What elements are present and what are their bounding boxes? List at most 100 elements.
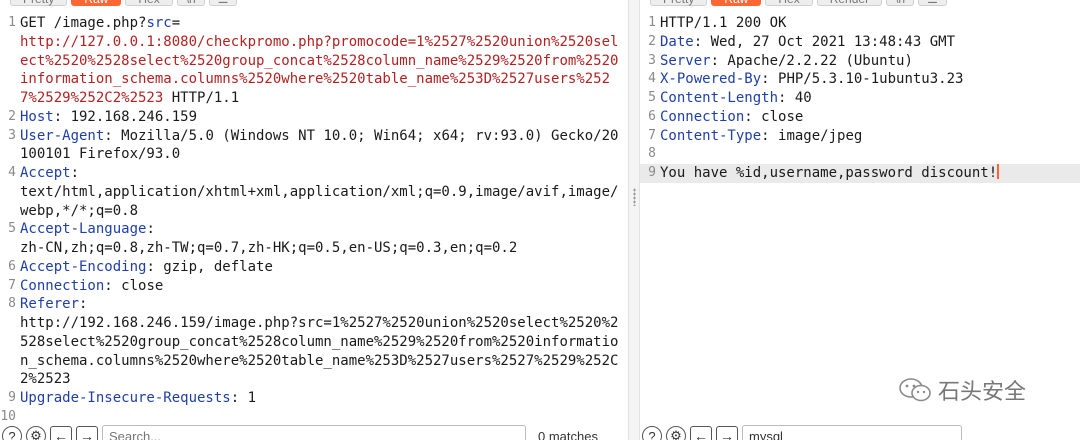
gear-icon[interactable]: ⚙ <box>666 426 686 440</box>
line-text: X-Powered-By: PHP/5.3.10-1ubuntu3.23 <box>660 70 1080 89</box>
code-line: 9 You have %id,username,password discount… <box>640 164 1080 183</box>
tab-render[interactable]: Render <box>816 0 883 6</box>
tab-pretty[interactable]: Pretty <box>650 0 708 6</box>
code-line: 4 X-Powered-By: PHP/5.3.10-1ubuntu3.23 <box>640 70 1080 89</box>
header-name: Content-Type <box>660 127 762 144</box>
tab-raw[interactable]: Raw <box>711 0 762 6</box>
previous-match-button[interactable]: ← <box>50 426 72 440</box>
previous-match-button[interactable]: ← <box>690 426 712 440</box>
line-number: 3 <box>8 127 16 143</box>
code-line: 2 Host: 192.168.246.159 <box>0 108 628 127</box>
line-number: 4 <box>8 165 16 180</box>
header-name: Date <box>660 33 694 50</box>
line-text: Accept: text/html,application/xhtml+xml,… <box>20 164 624 220</box>
help-icon[interactable]: ? <box>642 426 662 440</box>
line-text: GET /image.php?src= http://127.0.0.1:808… <box>20 14 624 108</box>
code-line: 2 Date: Wed, 27 Oct 2021 13:48:43 GMT <box>640 33 1080 52</box>
header-name: Upgrade-Insecure-Requests <box>20 390 231 406</box>
line-text: HTTP/1.1 200 OK <box>660 14 1080 33</box>
code-line: 7 Content-Type: image/jpeg <box>640 127 1080 146</box>
code-token: HTTP/1.1 200 OK <box>660 15 787 31</box>
line-number: 9 <box>8 390 16 405</box>
tab-[interactable]: ☰ <box>208 0 238 6</box>
request-pane: PrettyRawHex\n☰ 1 GET /image.php?src= htt… <box>0 0 628 440</box>
code-line: 6 Connection: close <box>640 108 1080 127</box>
line-text: Connection: close <box>20 277 624 296</box>
code-token: : image/jpeg <box>761 127 863 144</box>
line-text: Referer: http://192.168.246.159/image.ph… <box>20 295 624 389</box>
response-search-bar: ? ⚙ ← → <box>640 424 1080 440</box>
request-search-bar: ? ⚙ ← → 0 matches <box>0 424 628 440</box>
line-number: 7 <box>8 277 16 293</box>
tab-pretty[interactable]: Pretty <box>10 0 68 6</box>
code-token: : http://192.168.246.159/image.php?src=1… <box>20 296 619 388</box>
code-token: : 1 <box>230 390 257 406</box>
code-token: You have %id,username,password discount! <box>660 165 998 181</box>
header-name: Connection <box>660 108 745 125</box>
line-number: 2 <box>648 33 656 49</box>
help-icon[interactable]: ? <box>2 426 22 440</box>
tab-raw[interactable]: Raw <box>71 0 122 6</box>
text-caret <box>997 164 1000 179</box>
header-name: Server <box>660 52 711 69</box>
divider-grip-icon[interactable] <box>633 188 636 206</box>
line-number: 6 <box>648 108 656 124</box>
header-name: User-Agent <box>20 127 105 144</box>
line-number: 6 <box>8 258 16 274</box>
line-number: 2 <box>8 108 16 124</box>
tab-[interactable]: ☰ <box>918 0 947 6</box>
code-line: 1 HTTP/1.1 200 OK <box>640 14 1080 33</box>
line-number: 9 <box>648 165 656 180</box>
code-line: 5 Accept-Language: zh-CN,zh;q=0.8,zh-TW;q… <box>0 220 628 258</box>
header-name: Accept <box>20 165 71 181</box>
code-token: src <box>146 15 172 31</box>
code-token: : close <box>104 277 164 294</box>
code-token: : PHP/5.3.10-1ubuntu3.23 <box>761 71 964 88</box>
header-name: Host <box>20 108 54 125</box>
line-number: 8 <box>8 296 16 312</box>
line-text: Accept-Encoding: gzip, deflate <box>20 258 624 277</box>
line-number: 7 <box>648 127 656 143</box>
line-number: 4 <box>648 71 656 87</box>
line-number: 3 <box>648 52 656 68</box>
code-line: 3 User-Agent: Mozilla/5.0 (Windows NT 10.… <box>0 127 628 165</box>
pane-divider[interactable] <box>628 0 640 440</box>
tab-hex[interactable]: Hex <box>765 0 813 6</box>
wechat-icon <box>899 378 931 402</box>
next-match-button[interactable]: → <box>76 426 98 440</box>
line-text: Accept-Language: zh-CN,zh;q=0.8,zh-TW;q=… <box>20 220 624 258</box>
code-token: HTTP/1.1 <box>163 90 240 106</box>
response-editor[interactable]: 1 HTTP/1.1 200 OK 2 Date: Wed, 27 Oct 2021 … <box>640 14 1080 183</box>
watermark: 石头安全 <box>898 374 1026 406</box>
line-text: Host: 192.168.246.159 <box>20 108 624 127</box>
code-line: 8 <box>640 145 1080 164</box>
code-line: 9 Upgrade-Insecure-Requests: 1 <box>0 389 628 408</box>
line-number: 5 <box>648 90 656 105</box>
code-line: 6 Accept-Encoding: gzip, deflate <box>0 258 628 277</box>
tab-n[interactable]: \n <box>176 0 205 6</box>
tab-n[interactable]: \n <box>886 0 915 6</box>
request-search-input[interactable] <box>102 425 526 440</box>
code-token: : text/html,application/xhtml+xml,applic… <box>20 165 619 219</box>
gear-icon[interactable]: ⚙ <box>26 426 46 440</box>
code-token: GET /image.php? <box>20 15 147 31</box>
header-name: Accept-Language <box>20 221 147 238</box>
code-token: : 40 <box>778 90 812 106</box>
line-number: 5 <box>8 221 16 237</box>
code-token: : 192.168.246.159 <box>53 108 198 125</box>
line-text: Content-Length: 40 <box>660 89 1080 108</box>
code-token: : close <box>744 108 804 125</box>
code-line: 3 Server: Apache/2.2.22 (Ubuntu) <box>640 52 1080 71</box>
line-text <box>660 145 1080 164</box>
response-view-tabs: PrettyRawHexRender\n☰ <box>640 0 947 6</box>
code-token: = <box>171 15 181 31</box>
response-search-input[interactable] <box>742 425 962 440</box>
header-name: X-Powered-By <box>660 71 762 88</box>
header-name: Accept-Encoding <box>20 258 147 275</box>
tab-hex[interactable]: Hex <box>125 0 173 6</box>
next-match-button[interactable]: → <box>716 426 738 440</box>
code-token: : Wed, 27 Oct 2021 13:48:43 GMT <box>693 33 956 50</box>
request-editor[interactable]: 1 GET /image.php?src= http://127.0.0.1:80… <box>0 14 628 427</box>
code-line: 7 Connection: close <box>0 277 628 296</box>
line-number: 1 <box>8 15 16 30</box>
